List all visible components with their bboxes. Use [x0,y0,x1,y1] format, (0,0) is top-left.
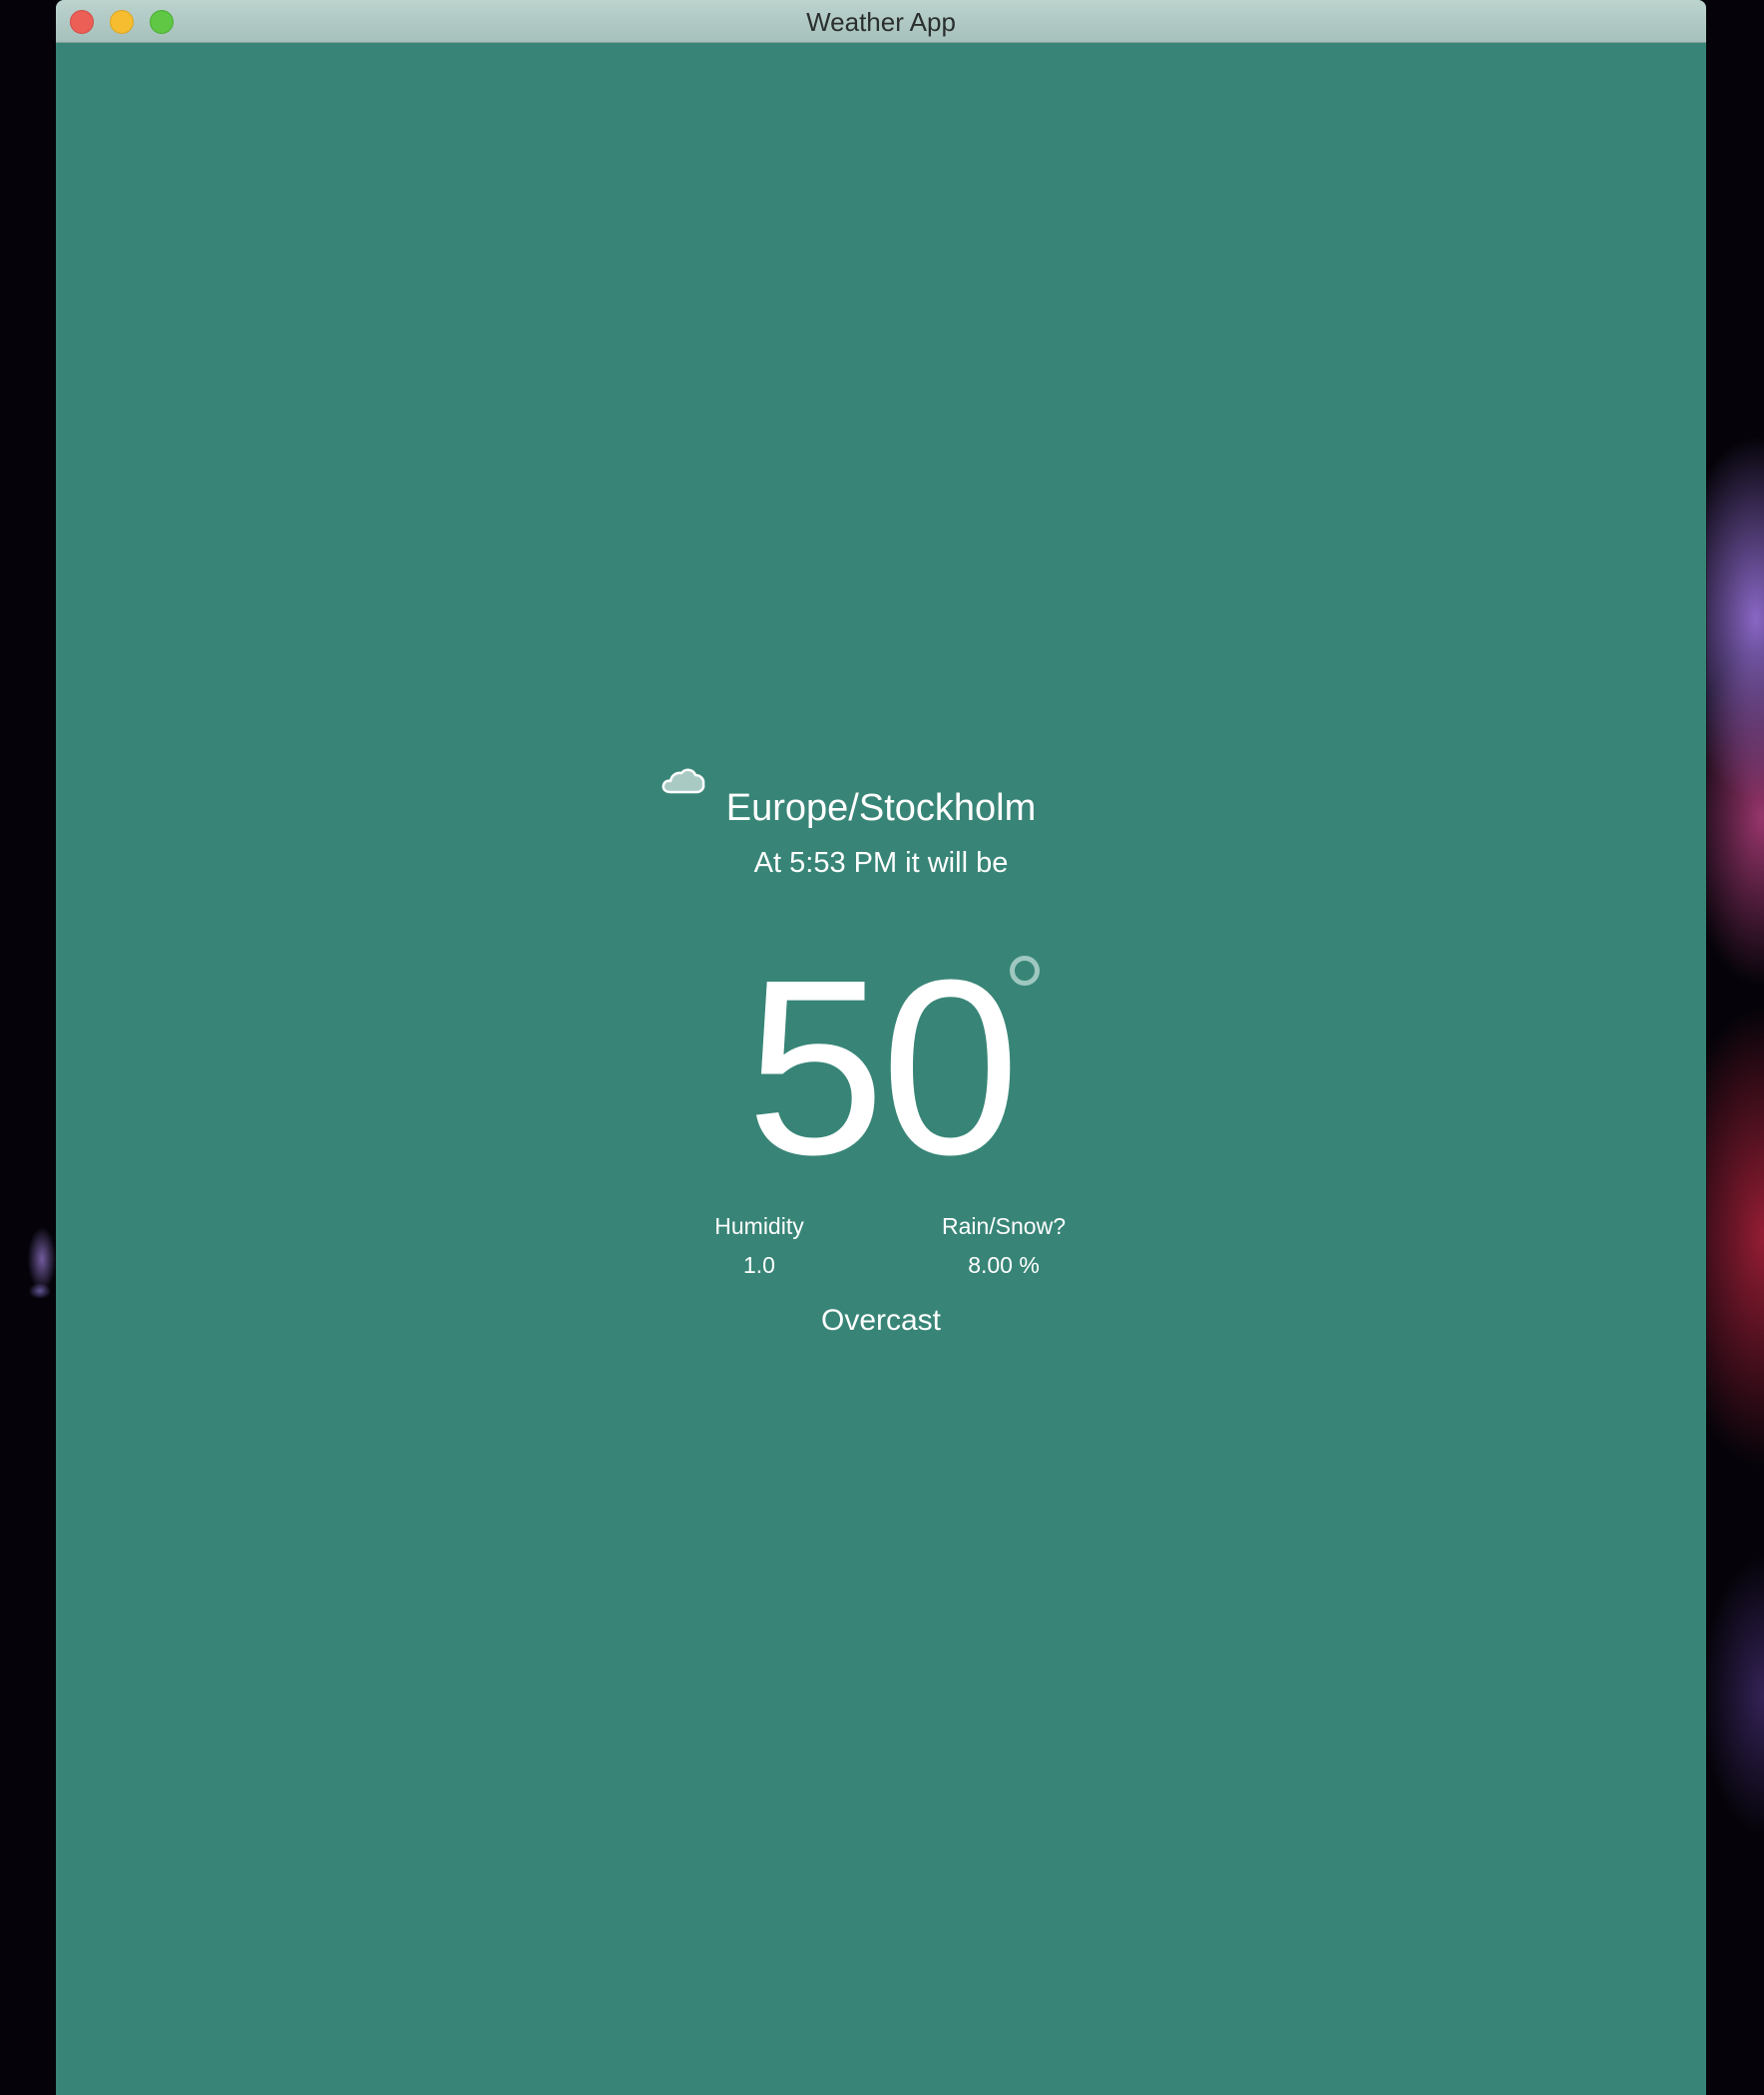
precipitation-label: Rain/Snow? [941,1213,1067,1239]
degree-icon [1010,956,1040,986]
location-label: Europe/Stockholm [725,787,1037,829]
precipitation-stat: Rain/Snow? 8.00 % [894,1213,1113,1279]
window-title: Weather App [806,7,956,37]
humidity-label: Humidity [714,1213,804,1239]
app-window: Weather App Europe/Stockholm At 5:53 PM … [56,0,1706,2095]
forecast-time-label: At 5:53 PM it will be [753,847,1009,879]
weather-panel: Europe/Stockholm At 5:53 PM it will be 5… [56,43,1706,2095]
condition-label: Overcast [820,1304,942,1337]
temperature-value: 50 [745,928,1020,1206]
title-bar[interactable]: Weather App [56,0,1706,43]
humidity-stat: Humidity 1.0 [650,1213,869,1279]
precipitation-value: 8.00 % [968,1252,1040,1278]
humidity-value: 1.0 [743,1252,775,1278]
